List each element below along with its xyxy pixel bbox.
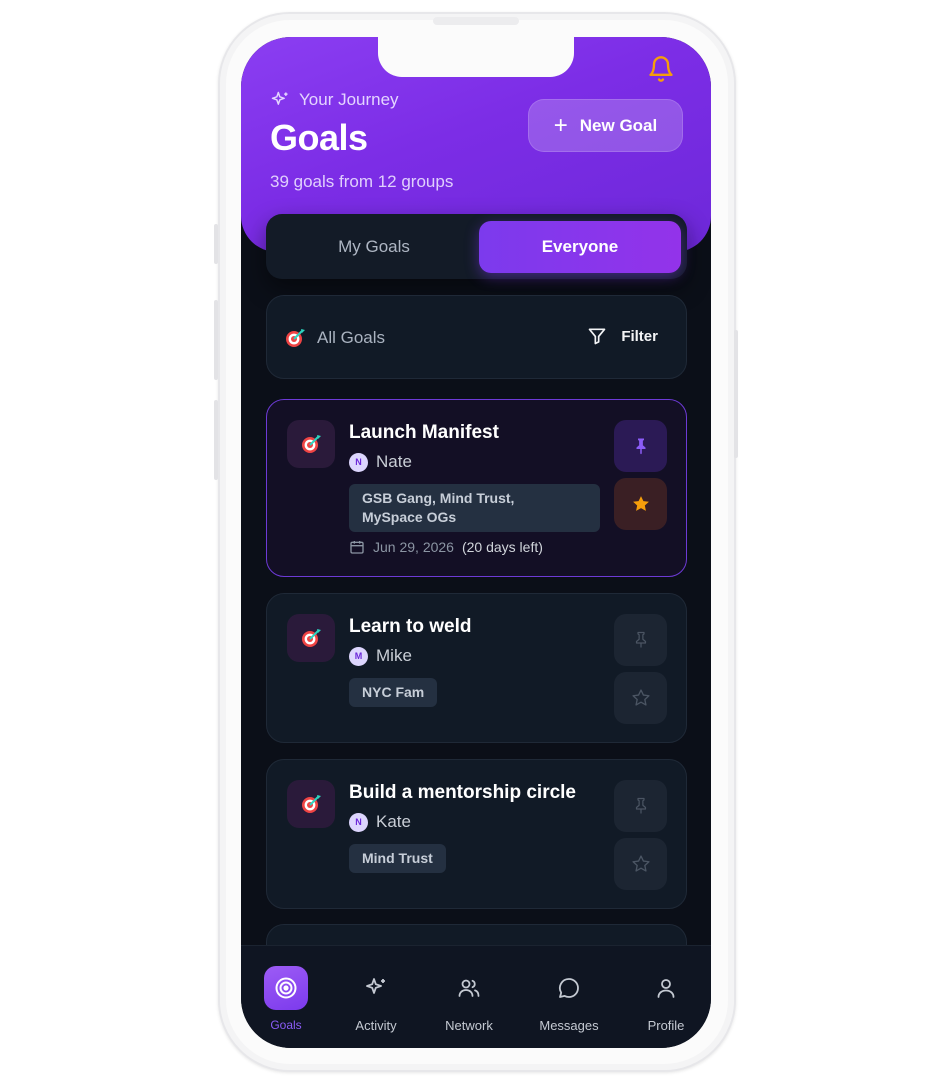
goal-target-icon	[287, 420, 335, 468]
notch	[378, 37, 574, 77]
avatar: N	[349, 452, 368, 472]
days-left: (20 days left)	[461, 539, 543, 555]
pin-button[interactable]	[614, 614, 667, 666]
target-rings-icon	[275, 977, 297, 999]
message-circle-icon	[558, 978, 579, 998]
goal-card[interactable]: Learn to weld M Mike NYC Fam	[266, 593, 687, 743]
goal-target-icon	[287, 780, 335, 828]
pin-button[interactable]	[614, 780, 667, 832]
group-tag-line: MySpace OGs	[362, 509, 457, 525]
owner-name: Nate	[376, 452, 412, 471]
pin-button[interactable]	[614, 420, 667, 472]
group-tag: NYC Fam	[349, 678, 438, 707]
goal-scope-select[interactable]: All Goals	[283, 326, 385, 350]
star-button[interactable]	[614, 838, 667, 890]
tab-my-goals[interactable]: My Goals	[273, 221, 475, 273]
tab-goals[interactable]: Goals	[241, 946, 331, 1032]
target-icon	[302, 435, 321, 453]
due-date: Jun 29, 2026 (20 days left)	[349, 539, 543, 555]
scope-toggle: My Goals Everyone	[266, 214, 687, 279]
group-tag: GSB Gang, Mind Trust, MySpace OGs	[349, 484, 600, 532]
eyebrow: Your Journey	[270, 90, 399, 110]
pin-icon	[636, 438, 645, 455]
side-button-mute	[214, 224, 218, 264]
star-icon	[632, 496, 649, 511]
filter-label: Filter	[621, 327, 658, 345]
tab-network[interactable]: Network	[424, 946, 514, 1033]
goal-title: Build a mentorship circle	[349, 782, 576, 803]
new-goal-label: New Goal	[579, 115, 658, 135]
star-icon	[631, 855, 650, 872]
goal-title: Launch Manifest	[349, 422, 499, 443]
pin-icon	[635, 631, 646, 648]
target-icon	[302, 629, 321, 647]
goal-card[interactable]: Launch Manifest N Nate GSB Gang, Mind Tr…	[266, 399, 687, 577]
eyebrow-label: Your Journey	[299, 90, 399, 109]
bottom-tab-bar: Goals Activity Network Messages Profile	[241, 945, 711, 1048]
tab-label: Goals	[270, 1018, 302, 1032]
filter-icon	[588, 328, 606, 345]
page-subtitle: 39 goals from 12 groups	[270, 172, 454, 191]
tab-label: Profile	[647, 1018, 685, 1033]
bell-icon[interactable]	[647, 55, 675, 83]
user-icon	[657, 979, 675, 998]
star-icon	[631, 689, 650, 706]
users-icon	[458, 979, 480, 997]
target-icon	[286, 329, 305, 347]
side-button-volume-down	[214, 400, 218, 480]
new-goal-button[interactable]: + New Goal	[528, 99, 683, 152]
goal-owner: N Nate	[349, 452, 412, 472]
page-title: Goals	[270, 117, 368, 158]
plus-icon: +	[553, 111, 568, 139]
goal-owner: M Mike	[349, 646, 412, 666]
calendar-icon	[350, 541, 364, 554]
goal-owner: N Kate	[349, 812, 411, 832]
sparkles-icon	[271, 91, 288, 105]
goal-target-icon	[287, 614, 335, 662]
tab-label: Messages	[539, 1018, 599, 1033]
side-button-power	[734, 330, 738, 458]
goal-card[interactable]: Build a mentorship circle N Kate Mind Tr…	[266, 759, 687, 909]
tab-label: Activity	[355, 1018, 397, 1033]
app-screen: Your Journey Goals 39 goals from 12 grou…	[241, 37, 711, 1048]
tab-label: Network	[445, 1018, 493, 1033]
side-button-volume-up	[214, 300, 218, 380]
target-icon	[302, 795, 321, 813]
tab-profile[interactable]: Profile	[621, 946, 711, 1033]
avatar: M	[349, 646, 368, 666]
filter-button[interactable]: Filter	[587, 326, 658, 346]
owner-name: Kate	[376, 812, 411, 831]
owner-name: Mike	[376, 646, 412, 665]
star-button[interactable]	[614, 672, 667, 724]
due-date-value: Jun 29, 2026	[373, 539, 454, 555]
goal-title: Learn to weld	[349, 616, 472, 637]
star-button[interactable]	[614, 478, 667, 530]
avatar: N	[349, 812, 368, 832]
speaker-grille	[433, 17, 519, 25]
pin-icon	[635, 797, 646, 814]
filter-bar: All Goals Filter	[266, 295, 687, 379]
sparkles-icon	[366, 978, 385, 994]
tab-activity[interactable]: Activity	[331, 946, 421, 1033]
tab-everyone[interactable]: Everyone	[479, 221, 681, 273]
tab-messages[interactable]: Messages	[524, 946, 614, 1033]
group-tag-line: GSB Gang, Mind Trust,	[362, 490, 515, 506]
scope-label: All Goals	[317, 328, 386, 347]
group-tag: Mind Trust	[349, 844, 446, 873]
